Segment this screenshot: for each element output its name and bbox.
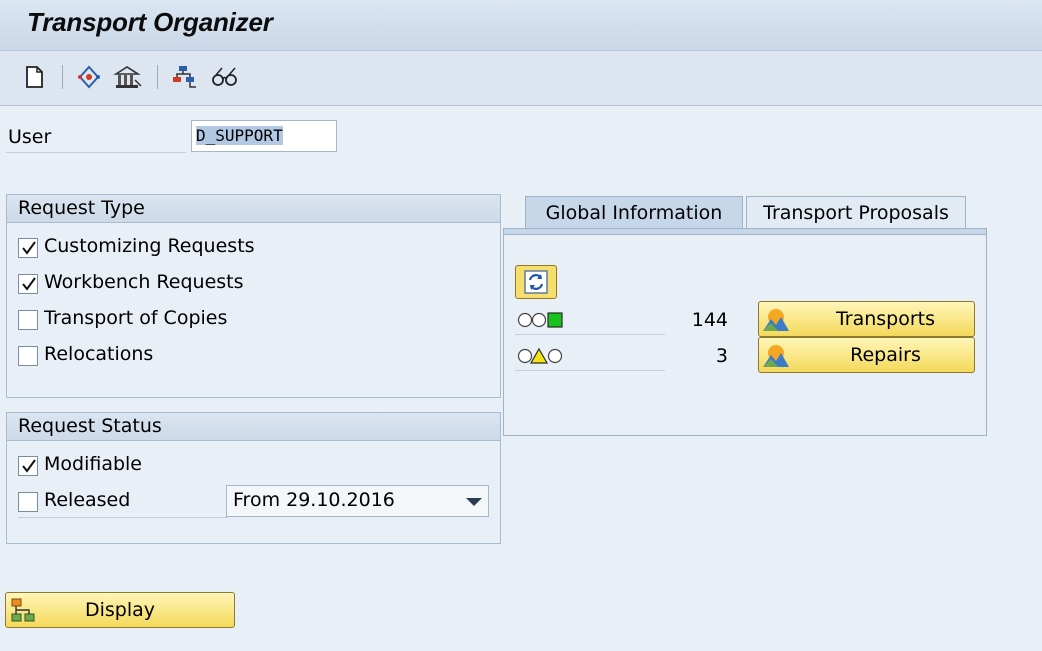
status-lights-yellow	[517, 347, 567, 369]
checkbox-label: Modifiable	[44, 453, 142, 475]
toolbar-separator	[62, 65, 63, 89]
transport-of-copies-checkbox[interactable]	[18, 310, 38, 330]
application-toolbar	[0, 51, 1042, 106]
checkbox-label: Workbench Requests	[44, 271, 244, 293]
landscape-icon	[763, 345, 789, 367]
relocations-checkbox[interactable]	[18, 346, 38, 366]
request-type-group: Request Type Customizing Requests Workbe…	[6, 194, 501, 398]
chevron-down-icon[interactable]	[466, 498, 482, 506]
user-input[interactable]: D_SUPPORT	[191, 120, 337, 152]
status-row-underline	[515, 334, 665, 335]
page-title: Transport Organizer	[27, 7, 273, 37]
request-status-group: Request Status Modifiable Released	[6, 412, 501, 544]
display-button[interactable]: Display	[5, 592, 235, 628]
checkbox-label: Relocations	[44, 343, 154, 365]
request-type-title: Request Type	[7, 195, 500, 223]
network-tree-icon[interactable]	[170, 63, 198, 91]
transports-button[interactable]: Transports	[758, 301, 975, 337]
request-status-title: Request Status	[7, 413, 500, 441]
title-bar: Transport Organizer	[0, 0, 1042, 51]
customizing-requests-checkbox[interactable]	[18, 238, 38, 258]
tab-label: Global Information	[545, 202, 723, 224]
refresh-button[interactable]	[515, 265, 557, 299]
released-date-dropdown[interactable]: From 29.10.2016	[226, 485, 489, 517]
tab-global-information[interactable]: Global Information	[525, 196, 743, 229]
status-row-underline	[515, 370, 665, 371]
landscape-icon	[763, 309, 789, 331]
new-document-icon[interactable]	[20, 63, 48, 91]
refresh-icon	[524, 270, 548, 294]
user-input-value: D_SUPPORT	[196, 126, 283, 145]
transports-count: 144	[691, 309, 728, 331]
tab-transport-proposals[interactable]: Transport Proposals	[746, 196, 966, 229]
repairs-count: 3	[715, 345, 728, 367]
workbench-requests-checkbox[interactable]	[18, 274, 38, 294]
checkbox-label: Customizing Requests	[44, 235, 255, 257]
glasses-icon[interactable]	[210, 63, 238, 91]
status-lights-green	[517, 311, 567, 333]
building-icon[interactable]	[113, 63, 142, 91]
hierarchy-icon	[11, 598, 35, 622]
modifiable-checkbox[interactable]	[18, 456, 38, 476]
toolbar-separator	[157, 65, 158, 89]
repairs-button[interactable]: Repairs	[758, 337, 975, 373]
request-diamond-icon[interactable]	[75, 63, 103, 91]
button-label: Display	[84, 599, 156, 621]
tab-label: Transport Proposals	[763, 202, 949, 224]
released-row-underline	[18, 517, 228, 518]
dropdown-value: From 29.10.2016	[233, 489, 395, 511]
user-label: User	[8, 126, 52, 148]
checkbox-label: Released	[44, 489, 131, 511]
button-label: Repairs	[850, 344, 921, 366]
tab-panel-strip	[504, 229, 986, 235]
checkbox-label: Transport of Copies	[44, 307, 228, 329]
user-row-underline	[6, 152, 186, 153]
released-checkbox[interactable]	[18, 492, 38, 512]
button-label: Transports	[835, 308, 936, 330]
